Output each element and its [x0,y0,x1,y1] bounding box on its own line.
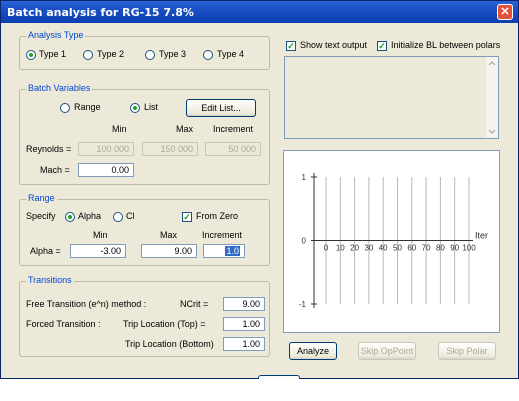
y-tick-label: 0 [302,237,307,246]
transitions-group: Transitions Free Transition (e^n) method… [19,275,270,357]
plot-svg: 0 10 20 30 40 50 60 70 80 90 10010-1Iter [299,173,488,309]
increment-column-header: Increment [213,124,254,134]
min-column-header: Min [112,124,127,134]
x-tick-label: 20 [350,244,359,253]
y-tick-label: -1 [299,300,307,309]
mach-label: Mach = [40,165,70,175]
batch-analysis-dialog: Batch analysis for RG-15 7.8% ✕ Analysis… [0,0,519,393]
batch-variables-group: Batch Variables Range List Edit List... … [19,83,270,185]
type1-label: Type 1 [39,49,67,59]
max-column-header: Max [176,124,194,134]
analyze-button[interactable]: Analyze [289,342,337,360]
x-tick-label: 10 [336,244,345,253]
range-group-label: Range [26,193,57,203]
convergence-plot: 0 10 20 30 40 50 60 70 80 90 100 1 0 -1 Iter [283,150,500,333]
from-zero-checkbox[interactable]: ✓ [182,212,192,222]
x-tick-label: 40 [379,244,388,253]
free-transition-label: Free Transition (e^n) method : [26,299,147,309]
from-zero-label: From Zero [196,211,239,221]
type1-radio[interactable] [26,50,36,60]
ncrit-field[interactable]: 9.00 [223,297,265,311]
cl-option-label: Cl [126,211,135,221]
range-increment-header: Increment [202,230,243,240]
x-tick-label: 50 [393,244,402,253]
x-tick-label: 70 [422,244,431,253]
x-tick-label: 100 [462,244,476,253]
reynolds-min-field[interactable]: 100 000 [78,142,134,156]
x-tick-label: 90 [450,244,459,253]
type4-radio[interactable] [203,50,213,60]
trip-bottom-label: Trip Location (Bottom) [125,339,214,349]
background-area [0,379,519,401]
skip-oppoint-button[interactable]: Skip OpPoint [358,342,416,360]
type2-label: Type 2 [97,49,125,59]
type3-label: Type 3 [159,49,187,59]
edit-list-button[interactable]: Edit List... [186,99,256,117]
ncrit-label: NCrit = [180,299,209,309]
range-min-header: Min [93,230,108,240]
text-output-area[interactable] [284,56,499,139]
range-group: Range Specify Alpha Cl ✓ From Zero Min M… [19,193,270,266]
list-option-label: List [144,102,159,112]
show-text-output-label: Show text output [300,40,368,50]
close-icon[interactable]: ✕ [497,4,513,20]
range-radio[interactable] [60,103,70,113]
x-tick-label: 30 [364,244,373,253]
init-bl-label: Initialize BL between polars [391,40,501,50]
type4-label: Type 4 [217,49,245,59]
alpha-max-field[interactable]: 9.00 [141,244,197,258]
alpha-increment-value: 1.0 [225,246,240,256]
alpha-min-field[interactable]: -3.00 [70,244,126,258]
trip-top-label: Trip Location (Top) = [123,319,206,329]
window-title: Batch analysis for RG-15 7.8% [7,6,194,19]
batch-variables-label: Batch Variables [26,83,93,93]
show-text-output-checkbox[interactable]: ✓ [286,41,296,51]
forced-transition-label: Forced Transition : [26,319,101,329]
range-option-label: Range [74,102,101,112]
init-bl-checkbox[interactable]: ✓ [377,41,387,51]
specify-label: Specify [26,211,56,221]
type3-radio[interactable] [145,50,155,60]
list-radio[interactable] [130,103,140,113]
type2-radio[interactable] [83,50,93,60]
title-bar[interactable]: Batch analysis for RG-15 7.8% ✕ [1,1,518,23]
x-tick-label: 0 [324,244,329,253]
alpha-increment-field[interactable]: 1.0 [203,244,245,258]
x-axis-label: Iter [475,231,488,241]
transitions-label: Transitions [26,275,74,285]
alpha-row-label: Alpha = [30,246,61,256]
trip-top-field[interactable]: 1.00 [223,317,265,331]
x-tick-label: 60 [407,244,416,253]
reynolds-increment-field[interactable]: 50 000 [205,142,261,156]
mach-field[interactable]: 0.00 [78,163,134,177]
scroll-arrows-icon [488,61,496,134]
x-tick-label: 80 [436,244,445,253]
range-max-header: Max [160,230,178,240]
cl-radio[interactable] [113,212,123,222]
alpha-radio[interactable] [65,212,75,222]
alpha-option-label: Alpha [78,211,102,221]
trip-bottom-field[interactable]: 1.00 [223,337,265,351]
text-output-scrollbar[interactable] [486,57,498,138]
y-tick-label: 1 [302,173,307,182]
analysis-type-label: Analysis Type [26,30,86,40]
reynolds-max-field[interactable]: 150 000 [142,142,198,156]
skip-polar-button[interactable]: Skip Polar [438,342,496,360]
analysis-type-group: Analysis Type Type 1 Type 2 Type 3 Type … [19,30,270,70]
reynolds-label: Reynolds = [26,144,72,154]
